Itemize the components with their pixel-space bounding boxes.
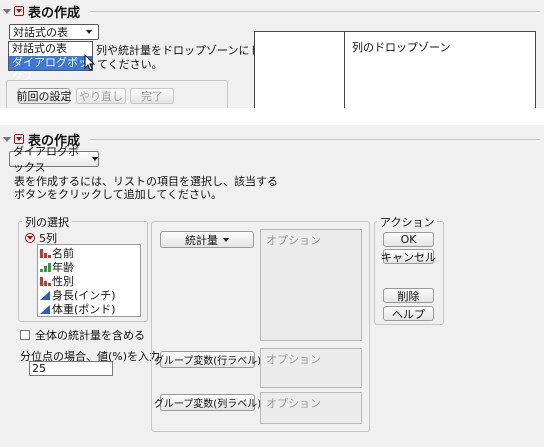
done-button[interactable]: 完了 — [130, 88, 174, 104]
statistics-dropzone[interactable]: オプション — [260, 229, 362, 341]
group-row-button[interactable]: グループ変数(行ラベル) — [154, 351, 261, 368]
top-description-2: てください。 — [97, 58, 163, 71]
chevron-down-icon — [92, 157, 98, 161]
list-item[interactable]: 性別 — [40, 274, 138, 288]
remove-button[interactable]: 削除 — [383, 288, 434, 303]
help-button[interactable]: ヘルプ — [383, 306, 434, 321]
quantile-input[interactable]: 25 — [29, 361, 113, 376]
top-table-divider — [344, 31, 345, 108]
top-mode-menu: 対話式の表 ダイアログボックス — [8, 41, 93, 83]
chevron-down-icon — [86, 30, 92, 34]
group-column-dropzone[interactable]: オプション — [260, 392, 362, 424]
main-description-2: ボタンをクリックして追加してください。 — [14, 188, 223, 201]
include-overall-stats[interactable]: 全体の統計量を含める — [20, 327, 145, 343]
column-select-label: 列の選択 — [22, 214, 72, 230]
top-mode-select-value: 対話式の表 — [13, 26, 68, 39]
red-triangle-menu-icon[interactable] — [25, 233, 35, 243]
list-item[interactable]: 身長(インチ) — [40, 288, 138, 302]
ok-button[interactable]: OK — [383, 232, 434, 247]
statistics-button-label: 統計量 — [185, 233, 218, 247]
redo-button[interactable]: やり直し — [76, 88, 126, 104]
mouse-cursor-icon — [84, 54, 96, 71]
nominal-bar-icon — [40, 248, 51, 258]
group-row-dropzone[interactable]: オプション — [260, 348, 362, 388]
top-title-bar[interactable]: 表の作成 — [3, 4, 81, 21]
cancel-button[interactable]: キャンセル — [381, 249, 436, 264]
main-title-divider — [90, 139, 540, 140]
top-title-divider — [90, 11, 540, 12]
include-overall-stats-label: 全体の統計量を含める — [35, 329, 145, 342]
continuous-triangle-icon — [40, 290, 50, 300]
top-mode-select[interactable]: 対話式の表 — [9, 24, 99, 40]
red-triangle-menu-icon[interactable] — [14, 6, 24, 16]
main-mode-select[interactable]: ダイアログボックス — [9, 145, 99, 174]
nominal-bar-icon — [40, 276, 51, 286]
prev-settings-button[interactable]: 前回の設定 — [17, 88, 72, 104]
continuous-triangle-icon — [40, 304, 50, 314]
action-label: アクション — [377, 214, 438, 230]
group-column-button[interactable]: グループ変数(列ラベル) — [154, 394, 261, 411]
top-title: 表の作成 — [28, 5, 81, 21]
outline-collapse-icon[interactable] — [3, 8, 11, 14]
statistics-button[interactable]: 統計量 — [160, 231, 254, 248]
include-overall-stats-checkbox[interactable] — [20, 330, 30, 340]
main-mode-select-value: ダイアログボックス — [13, 145, 79, 174]
list-item[interactable]: 年齢 — [40, 260, 138, 274]
list-item[interactable]: 名前 — [40, 246, 138, 260]
outline-collapse-icon[interactable] — [3, 136, 11, 142]
menu-item-interactive[interactable]: 対話式の表 — [9, 42, 92, 56]
ordinal-bar-icon — [40, 262, 51, 272]
list-item[interactable]: 体重(ポンド) — [40, 302, 138, 316]
column-list[interactable]: 名前 年齢 性別 身長(インチ) 体重(ポンド) — [37, 244, 141, 317]
chevron-down-icon — [223, 237, 229, 242]
column-dropzone[interactable]: 列のドロップゾーン — [352, 39, 450, 55]
menu-item-dialog[interactable]: ダイアログボックス — [9, 56, 92, 83]
